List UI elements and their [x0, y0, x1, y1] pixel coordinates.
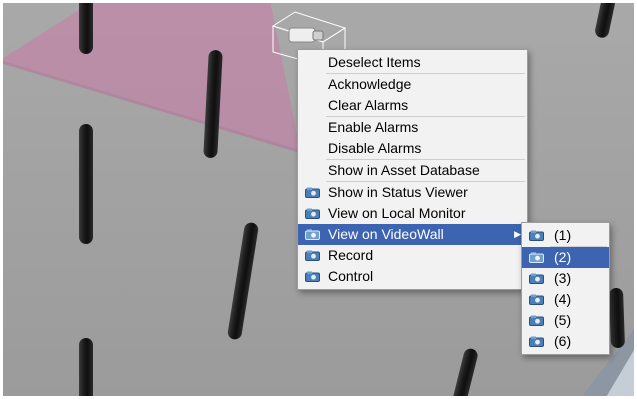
pillar: [79, 0, 93, 54]
menu-item-label: Show in Asset Database: [328, 162, 480, 178]
videowall-item-5[interactable]: (5): [522, 310, 609, 331]
menu-item-label: View on VideoWall: [328, 226, 444, 242]
videowall-submenu: (1) (2) (3) (4) (5) (6): [521, 222, 610, 355]
submenu-item-label: (6): [554, 333, 572, 349]
submenu-item-label: (4): [554, 291, 572, 307]
submenu-item-label: (3): [554, 270, 572, 286]
menu-item-label: Clear Alarms: [328, 97, 409, 113]
menu-item-label: Disable Alarms: [328, 140, 422, 156]
menu-item-show-in-status-viewer[interactable]: Show in Status Viewer: [298, 182, 527, 203]
menu-item-view-on-local-monitor[interactable]: View on Local Monitor: [298, 203, 527, 224]
menu-item-label: Deselect Items: [328, 54, 421, 70]
menu-item-label: Record: [328, 247, 374, 263]
camera-icon: [305, 250, 320, 261]
submenu-item-label: (2): [554, 249, 572, 265]
submenu-item-label: (5): [554, 312, 572, 328]
videowall-item-2[interactable]: (2): [522, 247, 609, 268]
menu-item-control[interactable]: Control: [298, 266, 527, 287]
pillar: [608, 287, 626, 349]
camera-icon: [305, 187, 320, 198]
camera-icon: [529, 230, 544, 241]
menu-item-enable-alarms[interactable]: Enable Alarms: [298, 117, 527, 138]
menu-item-acknowledge[interactable]: Acknowledge: [298, 74, 527, 95]
videowall-item-3[interactable]: (3): [522, 268, 609, 289]
camera-icon: [305, 208, 320, 219]
camera-icon: [305, 271, 320, 282]
camera-icon: [529, 273, 544, 284]
camera-icon: [529, 294, 544, 305]
submenu-item-label: (1): [554, 227, 572, 243]
camera-icon: [305, 229, 320, 240]
3d-viewport[interactable]: Deselect Items Acknowledge Clear Alarms …: [0, 0, 637, 399]
menu-item-deselect-items[interactable]: Deselect Items: [298, 52, 527, 73]
videowall-item-6[interactable]: (6): [522, 331, 609, 352]
menu-item-record[interactable]: Record: [298, 245, 527, 266]
menu-item-label: View on Local Monitor: [328, 205, 466, 221]
menu-item-view-on-videowall[interactable]: View on VideoWall ▶: [298, 224, 527, 245]
camera-icon: [529, 315, 544, 326]
pillar: [79, 124, 93, 244]
submenu-arrow-icon: ▶: [514, 229, 521, 239]
menu-item-disable-alarms[interactable]: Disable Alarms: [298, 138, 527, 159]
pillar: [79, 338, 93, 399]
menu-item-label: Acknowledge: [328, 76, 412, 92]
videowall-item-1[interactable]: (1): [522, 225, 609, 246]
menu-item-label: Control: [328, 268, 374, 284]
menu-item-show-in-asset-database[interactable]: Show in Asset Database: [298, 160, 527, 181]
menu-item-label: Show in Status Viewer: [328, 184, 468, 200]
menu-item-label: Enable Alarms: [328, 119, 419, 135]
videowall-item-4[interactable]: (4): [522, 289, 609, 310]
camera-icon: [529, 252, 544, 263]
camera-icon: [529, 336, 544, 347]
menu-item-clear-alarms[interactable]: Clear Alarms: [298, 95, 527, 116]
context-menu: Deselect Items Acknowledge Clear Alarms …: [297, 49, 528, 290]
